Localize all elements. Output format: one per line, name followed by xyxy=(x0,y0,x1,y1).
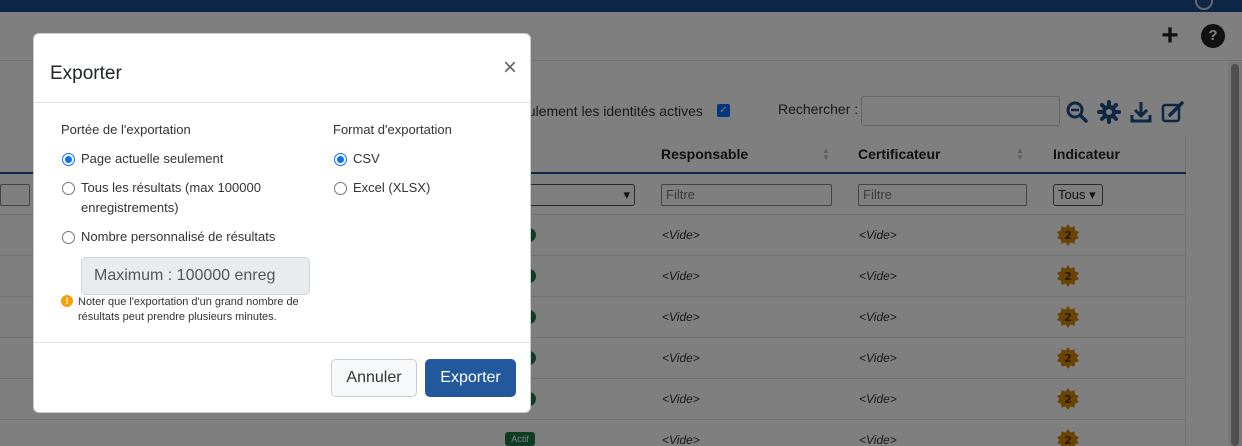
dialog-footer-divider xyxy=(34,342,530,343)
export-warning-note: Noter que l'exportation d'un grand nombr… xyxy=(78,296,299,323)
export-button[interactable]: Exporter xyxy=(425,359,516,397)
close-icon[interactable]: × xyxy=(500,56,520,80)
dialog-header-divider xyxy=(34,102,530,103)
scope-all-results-label[interactable]: Tous les résultats (max 100000 enregistr… xyxy=(81,178,291,218)
custom-count-input[interactable]: Maximum : 100000 enreg xyxy=(81,257,310,295)
cancel-button[interactable]: Annuler xyxy=(331,359,417,397)
scope-all-results-radio[interactable] xyxy=(62,182,75,195)
export-scope-label: Portée de l'exportation xyxy=(61,122,191,137)
warning-icon: ! xyxy=(61,295,73,307)
dialog-title: Exporter xyxy=(50,63,122,84)
export-dialog: Exporter × Portée de l'exportation Page … xyxy=(33,33,531,413)
scope-custom-count-radio[interactable] xyxy=(62,231,75,244)
format-xlsx-radio[interactable] xyxy=(334,182,347,195)
scope-current-page-radio[interactable] xyxy=(62,153,75,166)
scope-custom-count-label[interactable]: Nombre personnalisé de résultats xyxy=(81,227,275,247)
format-csv-label[interactable]: CSV xyxy=(353,149,380,169)
format-xlsx-label[interactable]: Excel (XLSX) xyxy=(353,178,430,198)
format-csv-radio[interactable] xyxy=(334,153,347,166)
export-format-label: Format d'exportation xyxy=(333,122,452,137)
scope-current-page-label[interactable]: Page actuelle seulement xyxy=(81,149,223,169)
